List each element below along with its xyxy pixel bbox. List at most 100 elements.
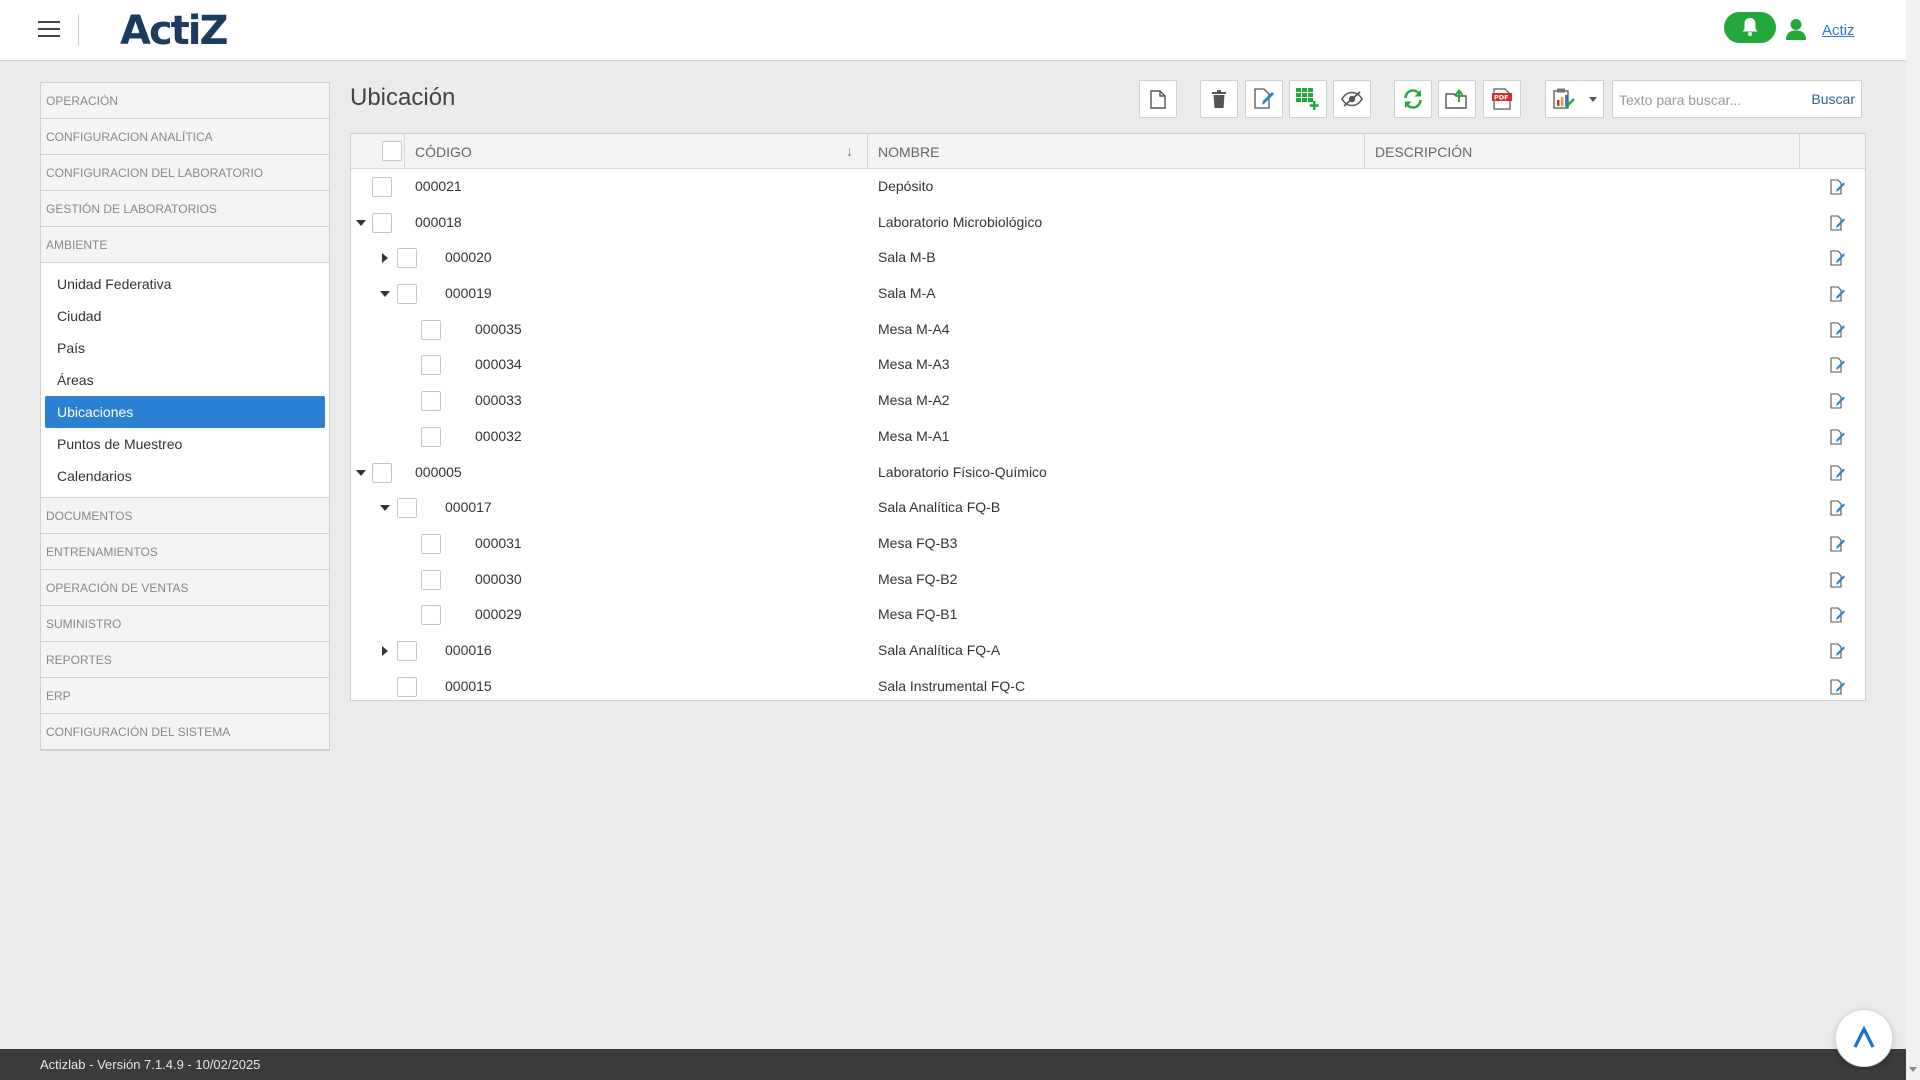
app-logo[interactable]: ActiZ: [120, 8, 229, 54]
table-row[interactable]: 000021 Depósito: [351, 169, 1865, 205]
sidebar-item-unidad-federativa[interactable]: Unidad Federativa: [45, 268, 325, 300]
row-edit-icon[interactable]: [1830, 679, 1846, 700]
svg-text:PDF: PDF: [1494, 94, 1509, 102]
row-checkbox[interactable]: [421, 426, 441, 447]
row-edit-icon[interactable]: [1830, 536, 1846, 557]
add-rows-button[interactable]: [1289, 80, 1327, 118]
row-edit-icon[interactable]: [1830, 500, 1846, 521]
row-checkbox[interactable]: [396, 498, 417, 519]
row-checkbox[interactable]: [372, 212, 392, 233]
user-icon[interactable]: [1785, 18, 1807, 40]
column-header-codigo[interactable]: CÓDIGO ↓: [405, 134, 868, 169]
expand-row-icon[interactable]: [379, 645, 391, 657]
table-row[interactable]: 000032 Mesa M-A1: [351, 419, 1865, 455]
expand-row-icon[interactable]: [379, 252, 391, 264]
sidebar-item-calendarios[interactable]: Calendarios: [45, 460, 325, 492]
row-checkbox[interactable]: [372, 462, 392, 483]
menu-group-configuracion-analitica[interactable]: CONFIGURACION ANALÍTICA: [41, 119, 329, 155]
table-row[interactable]: 000016 Sala Analítica FQ-A: [351, 633, 1865, 669]
row-edit-icon[interactable]: [1830, 393, 1846, 414]
row-checkbox[interactable]: [372, 177, 392, 197]
menu-group-operacion-de-ventas[interactable]: OPERACIÓN DE VENTAS: [41, 570, 329, 606]
sidebar-item-puntos-de-muestreo[interactable]: Puntos de Muestreo: [45, 428, 325, 460]
actiz-logo-icon: [1853, 1026, 1875, 1048]
user-profile-link[interactable]: Actiz: [1822, 22, 1855, 39]
refresh-button[interactable]: [1394, 80, 1432, 118]
collapse-row-icon[interactable]: [355, 217, 367, 229]
select-all-checkbox[interactable]: [382, 141, 402, 161]
collapse-row-icon[interactable]: [355, 467, 367, 479]
cell-codigo: 000016: [445, 641, 492, 658]
menu-group-documentos[interactable]: DOCUMENTOS: [41, 498, 329, 534]
table-row[interactable]: 000034 Mesa M-A3: [351, 347, 1865, 383]
row-checkbox[interactable]: [421, 569, 441, 590]
export-button[interactable]: [1438, 80, 1476, 118]
collapse-row-icon[interactable]: [379, 288, 391, 300]
table-row[interactable]: 000018 Laboratorio Microbiológico: [351, 205, 1865, 241]
hamburger-menu-icon[interactable]: [38, 21, 60, 39]
table-row[interactable]: 000030 Mesa FQ-B2: [351, 562, 1865, 598]
row-checkbox[interactable]: [421, 319, 441, 340]
sidebar-item-ubicaciones[interactable]: Ubicaciones: [45, 396, 325, 428]
row-edit-icon[interactable]: [1830, 429, 1846, 450]
row-edit-icon[interactable]: [1830, 572, 1846, 593]
row-edit-icon[interactable]: [1830, 286, 1846, 307]
row-edit-icon[interactable]: [1830, 322, 1846, 343]
table-row[interactable]: 000029 Mesa FQ-B1: [351, 597, 1865, 633]
collapse-row-icon[interactable]: [379, 502, 391, 514]
row-edit-icon[interactable]: [1830, 215, 1846, 236]
sidebar-item-pais[interactable]: País: [45, 332, 325, 364]
table-row[interactable]: 000020 Sala M-B: [351, 240, 1865, 276]
column-header-nombre[interactable]: NOMBRE: [868, 134, 1365, 169]
row-checkbox[interactable]: [421, 391, 441, 412]
row-checkbox[interactable]: [421, 605, 441, 626]
row-checkbox[interactable]: [396, 248, 417, 269]
row-edit-icon[interactable]: [1830, 357, 1846, 378]
menu-group-configuracion-del-laboratorio[interactable]: CONFIGURACION DEL LABORATORIO: [41, 155, 329, 191]
table-row[interactable]: 000015 Sala Instrumental FQ-C: [351, 669, 1865, 705]
row-edit-icon[interactable]: [1830, 607, 1846, 628]
menu-group-suministro[interactable]: SUMINISTRO: [41, 606, 329, 642]
menu-group-gestion-de-laboratorios[interactable]: GESTIÓN DE LABORATORIOS: [41, 191, 329, 227]
search-button[interactable]: Buscar: [1811, 91, 1855, 107]
menu-group-operacion[interactable]: OPERACIÓN: [41, 83, 329, 119]
search-input[interactable]: [1619, 89, 1799, 111]
hide-button[interactable]: [1333, 80, 1371, 118]
row-edit-icon[interactable]: [1830, 179, 1846, 200]
column-header-descripcion[interactable]: DESCRIPCIÓN: [1365, 134, 1800, 169]
sidebar-item-areas[interactable]: Áreas: [45, 364, 325, 396]
assistant-button[interactable]: [1835, 1009, 1893, 1067]
sort-descending-icon[interactable]: ↓: [846, 143, 853, 159]
table-row[interactable]: 000019 Sala M-A: [351, 276, 1865, 312]
row-checkbox[interactable]: [421, 355, 441, 376]
export-icon: [1445, 88, 1467, 109]
sidebar-item-ciudad[interactable]: Ciudad: [45, 300, 325, 332]
table-row[interactable]: 000005 Laboratorio Físico-Químico: [351, 455, 1865, 491]
delete-button[interactable]: [1200, 80, 1238, 118]
edit-button[interactable]: [1245, 80, 1283, 118]
row-checkbox[interactable]: [396, 676, 417, 697]
menu-group-erp[interactable]: ERP: [41, 678, 329, 714]
row-checkbox[interactable]: [396, 284, 417, 305]
row-edit-icon[interactable]: [1830, 464, 1846, 486]
vertical-scrollbar[interactable]: [1906, 0, 1920, 1080]
menu-group-configuracion-del-sistema[interactable]: CONFIGURACIÓN DEL SISTEMA: [41, 714, 329, 750]
notifications-button[interactable]: [1724, 12, 1776, 43]
menu-group-reportes[interactable]: REPORTES: [41, 642, 329, 678]
scroll-down-arrow-icon[interactable]: [1909, 1067, 1917, 1072]
row-edit-icon[interactable]: [1830, 643, 1846, 664]
table-row[interactable]: 000031 Mesa FQ-B3: [351, 526, 1865, 562]
report-button[interactable]: [1545, 80, 1583, 118]
hide-icon: [1341, 91, 1363, 107]
menu-group-ambiente[interactable]: AMBIENTE: [41, 227, 329, 263]
new-button[interactable]: [1139, 80, 1177, 118]
table-row[interactable]: 000033 Mesa M-A2: [351, 383, 1865, 419]
pdf-export-button[interactable]: PDF: [1483, 80, 1521, 118]
table-row[interactable]: 000035 Mesa M-A4: [351, 312, 1865, 348]
row-edit-icon[interactable]: [1830, 250, 1846, 271]
report-options-dropdown[interactable]: [1582, 80, 1604, 118]
row-checkbox[interactable]: [396, 640, 417, 661]
row-checkbox[interactable]: [421, 533, 441, 554]
menu-group-entrenamientos[interactable]: ENTRENAMIENTOS: [41, 534, 329, 570]
table-row[interactable]: 000017 Sala Analítica FQ-B: [351, 490, 1865, 526]
